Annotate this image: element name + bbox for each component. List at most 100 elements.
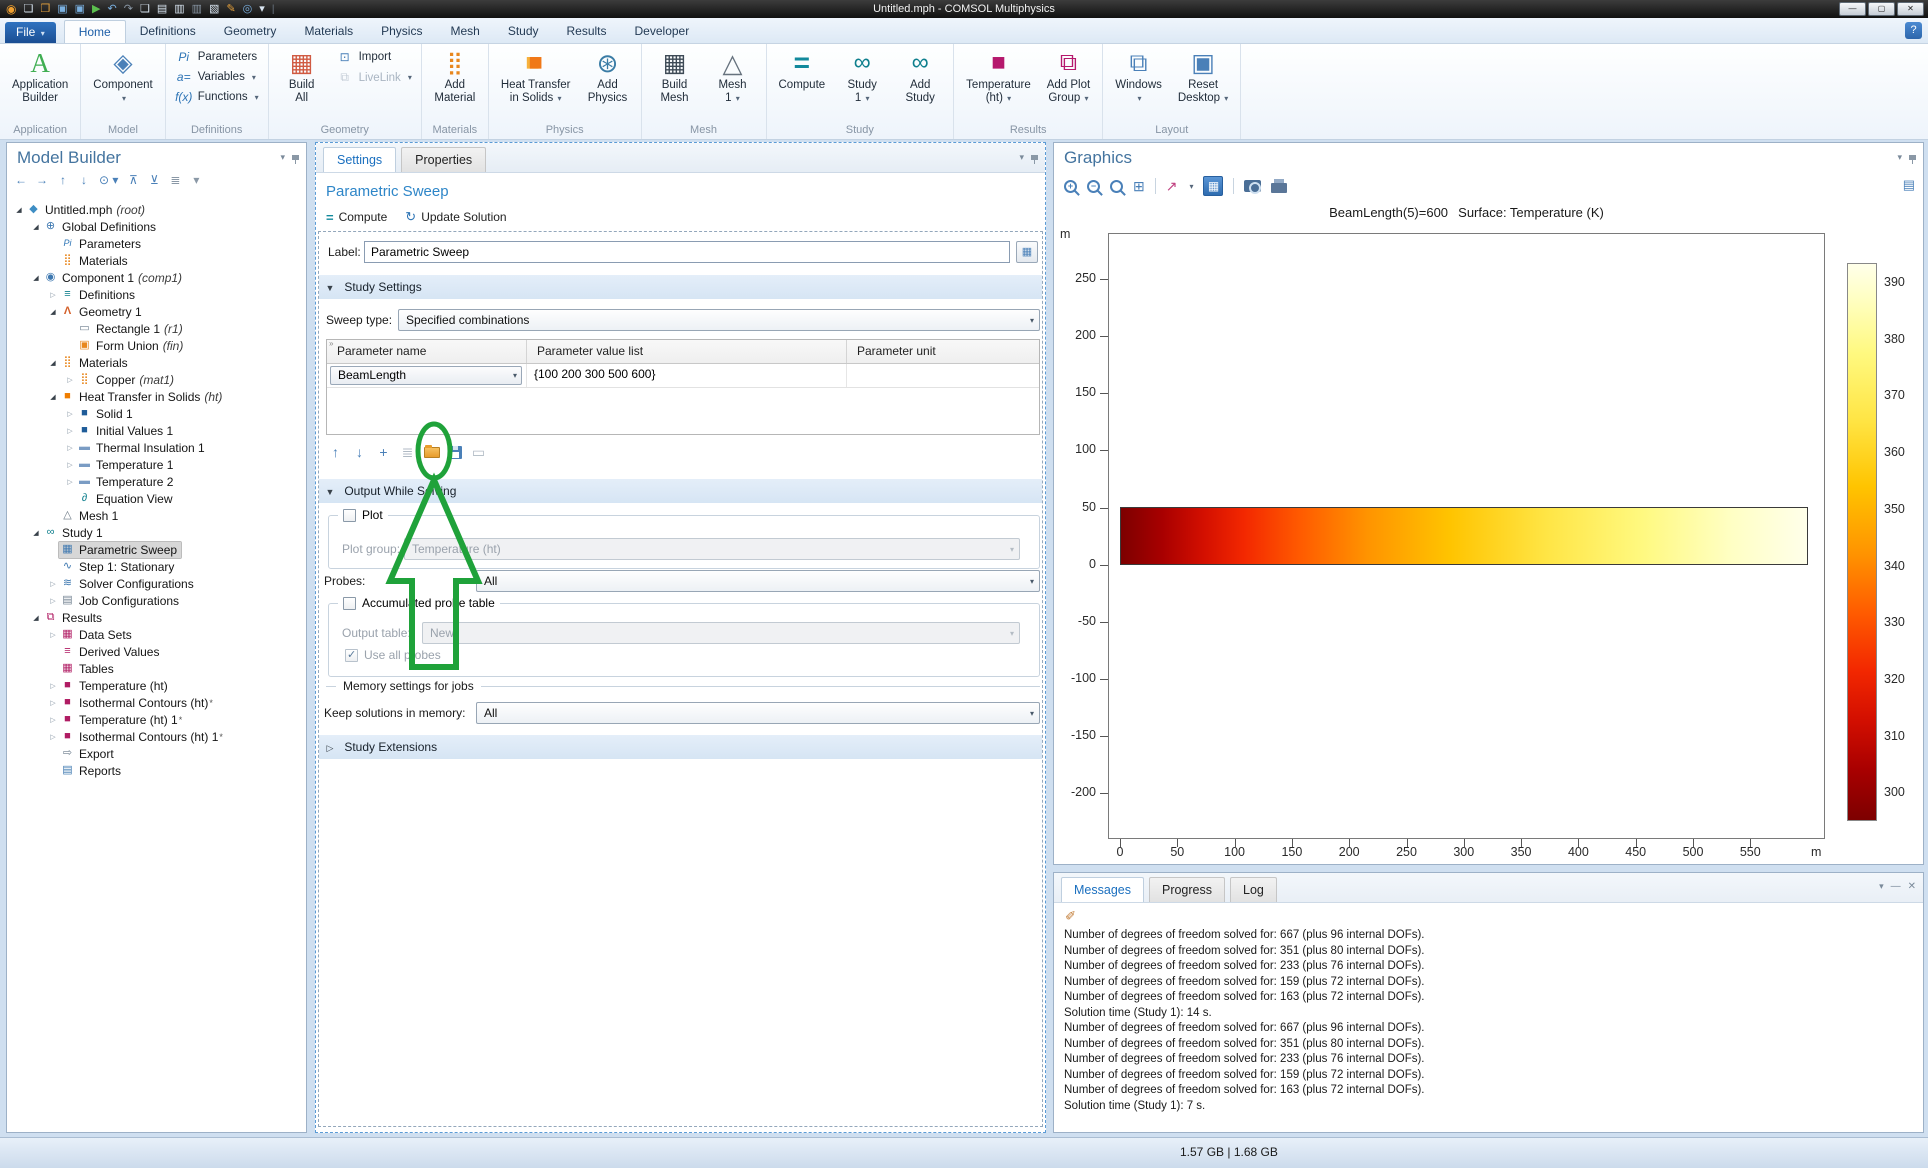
zoom-extents-icon[interactable]: ⊞ bbox=[1133, 178, 1145, 195]
undo-icon[interactable]: ↶ bbox=[108, 3, 117, 16]
zoom-in-icon[interactable]: + bbox=[1064, 180, 1077, 193]
parameter-value-cell[interactable]: {100 200 300 500 600} bbox=[527, 364, 847, 387]
tree-expand-icon[interactable]: ▷ bbox=[47, 733, 59, 741]
tree-item-derived-values[interactable]: ≡Derived Values bbox=[7, 643, 306, 660]
variables-button[interactable]: a=Variables▾ bbox=[171, 69, 263, 85]
tree-item-materials[interactable]: ◢⣿Materials bbox=[7, 354, 306, 371]
tree-expand-icon[interactable]: ▷ bbox=[64, 478, 76, 486]
tree-item-parameters[interactable]: PiParameters bbox=[7, 235, 306, 252]
study-settings-section-header[interactable]: ▼ Study Settings bbox=[319, 275, 1042, 299]
tree-expand-icon[interactable]: ◢ bbox=[47, 393, 59, 401]
close-button[interactable]: ✕ bbox=[1897, 2, 1924, 16]
study-extensions-section-header[interactable]: ▷ Study Extensions bbox=[319, 735, 1042, 759]
tree-expand-icon[interactable]: ◢ bbox=[47, 359, 59, 367]
load-file-icon[interactable] bbox=[424, 447, 440, 458]
tree-item-isothermal-contours-ht-1[interactable]: ▷■Isothermal Contours (ht) 1* bbox=[7, 728, 306, 745]
tab-materials[interactable]: Materials bbox=[290, 20, 367, 43]
col-parameter-unit[interactable]: Parameter unit bbox=[847, 340, 1039, 363]
tree-item-form-union[interactable]: ▣Form Union(fin) bbox=[7, 337, 306, 354]
zoom-out-icon[interactable]: − bbox=[1087, 180, 1100, 193]
move-up-icon[interactable]: ↑ bbox=[57, 173, 69, 187]
tree-item-solver-configurations[interactable]: ▷≋Solver Configurations bbox=[7, 575, 306, 592]
tree-item-untitled-mph[interactable]: ◢◆Untitled.mph(root) bbox=[7, 201, 306, 218]
tree-expand-icon[interactable]: ◢ bbox=[13, 206, 25, 214]
paste-icon[interactable]: ▤ bbox=[157, 3, 167, 16]
save-file-icon[interactable] bbox=[449, 446, 462, 459]
plot-checkbox[interactable] bbox=[343, 509, 356, 522]
tree-item-copper[interactable]: ▷⣿Copper(mat1) bbox=[7, 371, 306, 388]
tree-item-rectangle-1[interactable]: ▭Rectangle 1(r1) bbox=[7, 320, 306, 337]
clear-messages-icon[interactable]: ✎ bbox=[1063, 910, 1079, 921]
compute-action[interactable]: = Compute bbox=[326, 210, 387, 225]
tree-item-data-sets[interactable]: ▷▦Data Sets bbox=[7, 626, 306, 643]
tree-item-parametric-sweep[interactable]: ▦Parametric Sweep bbox=[7, 541, 306, 558]
chevron-down-icon[interactable]: ▾ bbox=[280, 152, 285, 163]
tree-expand-icon[interactable]: ▷ bbox=[47, 682, 59, 690]
application-builder-button[interactable]: AApplicationBuilder bbox=[5, 44, 75, 123]
tree-item-temperature-ht-1[interactable]: ▷■Temperature (ht) 1* bbox=[7, 711, 306, 728]
study-1-button[interactable]: ∞Study1 ▾ bbox=[834, 44, 890, 123]
delete-icon[interactable]: ▥ bbox=[192, 3, 202, 16]
maximize-button[interactable]: ▢ bbox=[1868, 2, 1895, 16]
mesh-1-button[interactable]: △Mesh1 ▾ bbox=[705, 44, 761, 123]
tab-study[interactable]: Study bbox=[494, 20, 553, 43]
pin-icon[interactable] bbox=[1031, 155, 1038, 160]
tree-expand-icon[interactable]: ▷ bbox=[47, 699, 59, 707]
add-study-button[interactable]: ∞AddStudy bbox=[892, 44, 948, 123]
tree-item-study-1[interactable]: ◢∞Study 1 bbox=[7, 524, 306, 541]
tree-expand-icon[interactable]: ◢ bbox=[30, 614, 42, 622]
parameter-unit-cell[interactable] bbox=[847, 364, 1039, 387]
sweep-type-select[interactable]: Specified combinations bbox=[398, 309, 1040, 331]
open-file-icon[interactable]: ❒ bbox=[40, 3, 50, 16]
move-down-icon[interactable]: ↓ bbox=[352, 444, 367, 460]
copy-icon[interactable]: ❏ bbox=[140, 3, 150, 16]
parameter-name-select[interactable]: BeamLength bbox=[330, 366, 522, 385]
pin-icon[interactable] bbox=[292, 155, 299, 160]
probes-select[interactable]: All bbox=[476, 570, 1040, 592]
import-button[interactable]: ⊡Import bbox=[332, 49, 416, 65]
label-field-input[interactable]: Parametric Sweep bbox=[364, 241, 1010, 263]
settings-tab-settings[interactable]: Settings bbox=[323, 147, 396, 172]
chevron-down-icon[interactable]: ▾ bbox=[1019, 152, 1024, 163]
parameters-button[interactable]: PiParameters bbox=[171, 49, 263, 65]
collapse-all-icon[interactable]: ⊼ bbox=[127, 173, 139, 187]
add-plot-group-button[interactable]: ⧉Add PlotGroup ▾ bbox=[1040, 44, 1097, 123]
settings-tab-properties[interactable]: Properties bbox=[401, 147, 486, 172]
close-panel-icon[interactable]: ✕ bbox=[1908, 881, 1916, 892]
tree-item-export[interactable]: ⇨Export bbox=[7, 745, 306, 762]
tree-expand-icon[interactable]: ▷ bbox=[47, 631, 59, 639]
messages-tab-progress[interactable]: Progress bbox=[1149, 877, 1225, 902]
chevron-down-icon[interactable]: ▾ bbox=[1897, 152, 1902, 163]
plot-canvas[interactable]: BeamLength(5)=600 Surface: Temperature (… bbox=[1054, 201, 1923, 864]
paste-special-icon[interactable]: ▥ bbox=[174, 3, 184, 16]
tree-expand-icon[interactable]: ▷ bbox=[64, 461, 76, 469]
new-file-icon[interactable]: ❏ bbox=[23, 3, 33, 16]
accumulated-probe-checkbox[interactable] bbox=[343, 597, 356, 610]
tree-item-definitions[interactable]: ▷≡Definitions bbox=[7, 286, 306, 303]
save-as-icon[interactable]: ▣ bbox=[75, 3, 85, 16]
tab-definitions[interactable]: Definitions bbox=[126, 20, 210, 43]
output-while-solving-section-header[interactable]: ▼ Output While Solving bbox=[319, 479, 1042, 503]
tab-mesh[interactable]: Mesh bbox=[436, 20, 493, 43]
tab-home[interactable]: Home bbox=[64, 20, 126, 43]
heat-transfer-button[interactable]: ■Heat Transferin Solids ▾ bbox=[494, 44, 578, 123]
tree-item-equation-view[interactable]: ∂Equation View bbox=[7, 490, 306, 507]
expand-all-icon[interactable]: ⊻ bbox=[148, 173, 160, 187]
minimize-panel-icon[interactable]: — bbox=[1891, 881, 1901, 892]
update-solution-action[interactable]: ↻ Update Solution bbox=[405, 209, 506, 225]
more-icon[interactable]: ▾ bbox=[259, 3, 265, 16]
tree-expand-icon[interactable]: ▷ bbox=[64, 410, 76, 418]
find-icon[interactable]: ◎ bbox=[243, 3, 253, 16]
compute-button[interactable]: =Compute bbox=[772, 44, 833, 123]
grid-toggle-button[interactable]: ▦ bbox=[1203, 176, 1223, 196]
show-icon[interactable]: ⊙ ▾ bbox=[99, 173, 118, 187]
more-icon[interactable]: ▾ bbox=[190, 173, 202, 187]
component-button[interactable]: ◈Component▾ bbox=[86, 44, 159, 123]
tree-item-job-configurations[interactable]: ▷▤Job Configurations bbox=[7, 592, 306, 609]
tree-item-tables[interactable]: ▦Tables bbox=[7, 660, 306, 677]
reset-desktop-button[interactable]: ▣ResetDesktop ▾ bbox=[1171, 44, 1235, 123]
functions-button[interactable]: f(x)Functions▾ bbox=[171, 89, 263, 105]
print-icon[interactable] bbox=[1271, 183, 1287, 193]
tab-geometry[interactable]: Geometry bbox=[210, 20, 291, 43]
forward-icon[interactable]: → bbox=[36, 173, 48, 187]
